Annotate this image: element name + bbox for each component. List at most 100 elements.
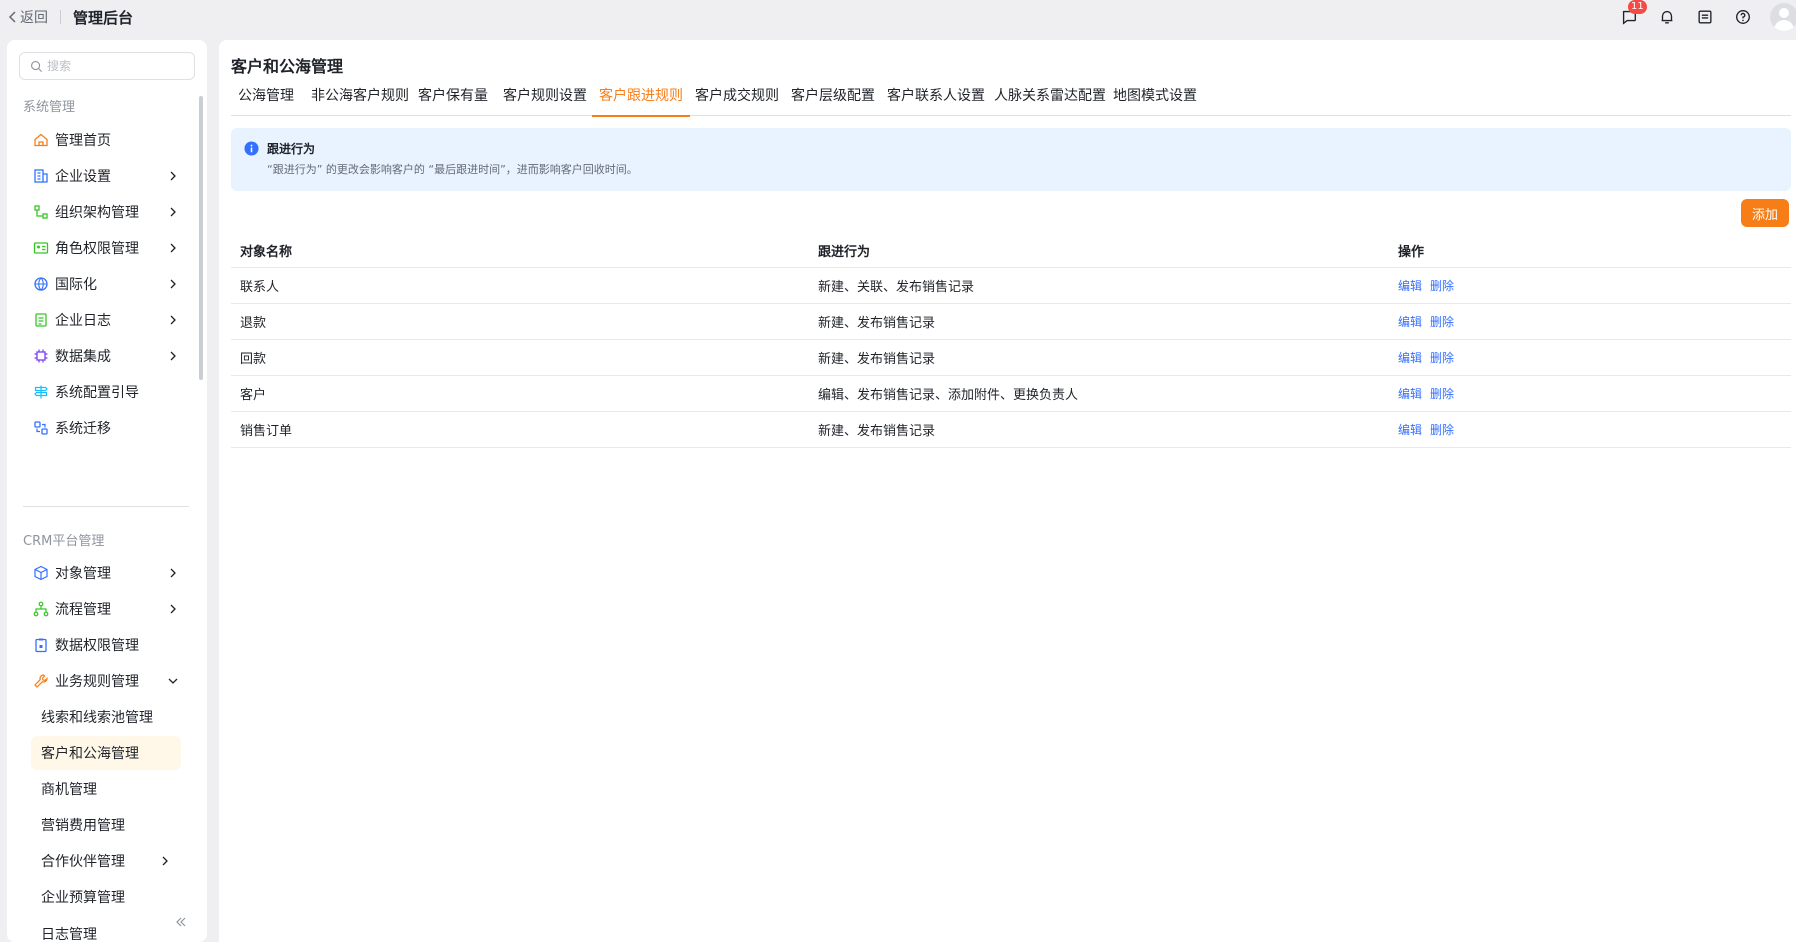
- message-button[interactable]: 11: [1618, 0, 1647, 28]
- delete-link[interactable]: 删除: [1430, 313, 1454, 330]
- table-row: 联系人 新建、关联、发布销售记录 编辑 删除: [231, 268, 1791, 304]
- sidebar-item-i18n[interactable]: 国际化: [23, 267, 189, 301]
- behavior-cell: 新建、发布销售记录: [818, 424, 936, 439]
- sidebar-item-label: 系统迁移: [55, 421, 111, 437]
- sidebar-subitem-logs[interactable]: 日志管理: [31, 916, 181, 940]
- sidebar-item-migration[interactable]: 系统迁移: [23, 411, 189, 445]
- tab-network-radar[interactable]: 人脉关系雷达配置: [994, 86, 1106, 116]
- sidebar-item-home[interactable]: 管理首页: [23, 123, 189, 157]
- sidebar-item-label: 组织架构管理: [55, 205, 139, 221]
- sidebar-item-company-log[interactable]: 企业日志: [23, 303, 189, 337]
- sidebar-item-roles[interactable]: 角色权限管理: [23, 231, 189, 265]
- id-card-icon: [33, 242, 49, 254]
- delete-link[interactable]: 删除: [1430, 385, 1454, 402]
- edit-link[interactable]: 编辑: [1398, 421, 1422, 438]
- tab-retention[interactable]: 客户保有量: [418, 86, 488, 116]
- home-icon: [34, 133, 48, 147]
- sidebar-item-label: 企业设置: [55, 169, 111, 185]
- object-name-cell: 联系人: [240, 280, 280, 295]
- sidebar-item-data-permission[interactable]: 数据权限管理: [23, 628, 189, 662]
- behavior-cell: 新建、发布销售记录: [818, 316, 936, 331]
- sidebar-scrollbar[interactable]: [199, 96, 203, 380]
- header-follow-behavior: 跟进行为: [818, 245, 871, 260]
- sidebar-item-label: 流程管理: [55, 602, 111, 618]
- sidebar-subitem-leads[interactable]: 线索和线索池管理: [31, 700, 181, 734]
- chip-icon: [34, 349, 48, 363]
- globe-icon: [34, 277, 48, 291]
- table-header: 对象名称 跟进行为 操作: [231, 234, 1791, 268]
- sidebar-subitem-partners[interactable]: 合作伙伴管理: [31, 844, 181, 878]
- edit-link[interactable]: 编辑: [1398, 277, 1422, 294]
- tab-public-sea[interactable]: 公海管理: [238, 86, 294, 116]
- rules-table: 对象名称 跟进行为 操作 联系人 新建、关联、发布销售记录 编辑 删除 退款 新建…: [231, 234, 1791, 448]
- notification-button[interactable]: [1656, 6, 1678, 28]
- tab-deal-rules[interactable]: 客户成交规则: [695, 86, 779, 116]
- object-name-cell: 退款: [240, 316, 267, 331]
- sidebar: 系统管理 管理首页 企业设置 组织架构管理 角色权限管理 国际化 企业日志 数据…: [7, 40, 207, 942]
- chevron-right-icon: [170, 604, 176, 614]
- sidebar-subitem-label: 日志管理: [41, 927, 97, 940]
- chevron-right-icon: [170, 351, 176, 361]
- sidebar-subitem-marketing-cost[interactable]: 营销费用管理: [31, 808, 181, 842]
- sidebar-item-object-mgmt[interactable]: 对象管理: [23, 556, 189, 590]
- delete-link[interactable]: 删除: [1430, 421, 1454, 438]
- chevron-right-icon: [170, 243, 176, 253]
- avatar[interactable]: [1770, 3, 1796, 31]
- inbox-button[interactable]: [1694, 6, 1716, 28]
- table-row: 退款 新建、发布销售记录 编辑 删除: [231, 304, 1791, 340]
- tab-bar: 公海管理 非公海客户规则 客户保有量 客户规则设置 客户跟进规则 客户成交规则 …: [231, 86, 1791, 117]
- signpost-icon: [34, 385, 48, 399]
- tab-map-mode[interactable]: 地图模式设置: [1113, 86, 1197, 116]
- chevron-left-icon: [8, 11, 16, 23]
- app-title: 管理后台: [73, 8, 134, 27]
- sidebar-subitem-label: 合作伙伴管理: [41, 854, 125, 870]
- group-title-system: 系统管理: [23, 100, 76, 115]
- sidebar-item-label: 数据权限管理: [55, 638, 139, 654]
- edit-link[interactable]: 编辑: [1398, 385, 1422, 402]
- org-tree-icon: [34, 205, 48, 219]
- sidebar-item-label: 数据集成: [55, 349, 111, 365]
- add-button[interactable]: 添加: [1741, 199, 1789, 227]
- object-name-cell: 回款: [240, 352, 267, 367]
- sidebar-subitem-label: 企业预算管理: [41, 890, 125, 906]
- delete-link[interactable]: 删除: [1430, 277, 1454, 294]
- top-bar: 返回 管理后台 11: [0, 0, 1796, 34]
- sidebar-item-company-settings[interactable]: 企业设置: [23, 159, 189, 193]
- sidebar-item-org[interactable]: 组织架构管理: [23, 195, 189, 229]
- actions-cell: 编辑 删除: [1398, 304, 1462, 339]
- sidebar-item-config-guide[interactable]: 系统配置引导: [23, 375, 189, 409]
- sidebar-item-label: 系统配置引导: [55, 385, 139, 401]
- alert-description: “跟进行为” 的更改会影响客户的 “最后跟进时间”，进而影响客户回收时间。: [267, 163, 638, 176]
- header-actions: 操作: [1398, 245, 1425, 260]
- delete-link[interactable]: 删除: [1430, 349, 1454, 366]
- tab-level-config[interactable]: 客户层级配置: [791, 86, 875, 116]
- sidebar-item-label: 管理首页: [55, 133, 111, 149]
- help-button[interactable]: [1732, 6, 1754, 28]
- chevron-right-icon: [170, 568, 176, 578]
- flow-icon: [33, 601, 49, 617]
- edit-link[interactable]: 编辑: [1398, 313, 1422, 330]
- tab-follow-up-rules[interactable]: 客户跟进规则: [592, 86, 690, 117]
- back-button[interactable]: 返回: [8, 7, 48, 27]
- tab-contact-settings[interactable]: 客户联系人设置: [887, 86, 985, 116]
- sidebar-subitem-customers-active[interactable]: 客户和公海管理: [31, 736, 181, 770]
- sidebar-subitem-label: 商机管理: [41, 782, 97, 798]
- sidebar-item-process-mgmt[interactable]: 流程管理: [23, 592, 189, 626]
- sidebar-item-business-rules[interactable]: 业务规则管理: [23, 664, 189, 698]
- sidebar-subitem-label: 线索和线索池管理: [41, 710, 153, 726]
- object-name-cell: 客户: [240, 388, 267, 403]
- edit-link[interactable]: 编辑: [1398, 349, 1422, 366]
- chevron-down-icon: [168, 678, 178, 684]
- actions-cell: 编辑 删除: [1398, 340, 1462, 375]
- sidebar-item-data-integration[interactable]: 数据集成: [23, 339, 189, 373]
- info-icon: [244, 141, 259, 156]
- sidebar-subitem-budget[interactable]: 企业预算管理: [31, 880, 181, 914]
- table-row: 客户 编辑、发布销售记录、添加附件、更换负责人 编辑 删除: [231, 376, 1791, 412]
- tab-non-public-rules[interactable]: 非公海客户规则: [311, 86, 409, 116]
- sidebar-subitem-opportunities[interactable]: 商机管理: [31, 772, 181, 806]
- tab-customer-rules[interactable]: 客户规则设置: [503, 86, 587, 116]
- collapse-sidebar-icon[interactable]: [173, 914, 189, 930]
- building-icon: [34, 169, 48, 183]
- search-input[interactable]: [47, 59, 187, 73]
- search-box[interactable]: [19, 52, 195, 80]
